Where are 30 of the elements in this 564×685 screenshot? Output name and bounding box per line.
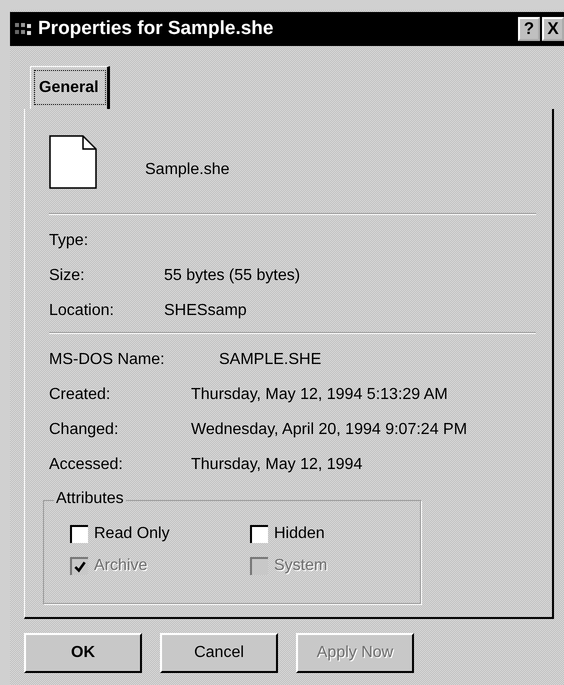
field-value: SHESsamp — [164, 302, 247, 320]
checkbox-label: Hidden — [274, 525, 325, 543]
tab[interactable]: General — [30, 66, 110, 109]
field-label: Location: — [49, 302, 115, 320]
dialog-button[interactable]: OK — [24, 633, 142, 673]
field-label: Type: — [49, 232, 90, 250]
help-button[interactable]: ? — [518, 17, 540, 41]
dialog-button: Apply Now — [296, 633, 414, 673]
window-icon — [14, 21, 34, 37]
field-label: MS-DOS Name: — [49, 350, 164, 368]
field-label: Size: — [49, 266, 86, 284]
field-value: Thursday, May 12, 1994 — [191, 456, 362, 474]
group-title: Attributes — [54, 490, 126, 508]
checkbox[interactable] — [250, 525, 268, 543]
document-icon — [49, 135, 97, 189]
checkbox[interactable] — [70, 525, 88, 543]
checkbox-label: Archive — [94, 557, 148, 575]
field-value: 55 bytes (55 bytes) — [164, 266, 300, 284]
checkbox-label: Read Only — [94, 525, 170, 543]
close-button[interactable]: X — [542, 17, 564, 41]
field-label: Changed: — [49, 420, 120, 438]
file-name: Sample.she — [145, 161, 230, 179]
field-value: Thursday, May 12, 1994 5:13:29 AM — [191, 386, 448, 404]
checkbox-label: System — [274, 557, 328, 575]
field-label: Created: — [49, 386, 112, 404]
window-title: Properties for Sample.she — [38, 18, 274, 40]
field-value: SAMPLE.SHE — [219, 350, 322, 368]
field-label: Accessed: — [49, 456, 124, 474]
dialog-button[interactable]: Cancel — [160, 633, 278, 673]
field-value: Wednesday, April 20, 1994 9:07:24 PM — [191, 420, 468, 438]
